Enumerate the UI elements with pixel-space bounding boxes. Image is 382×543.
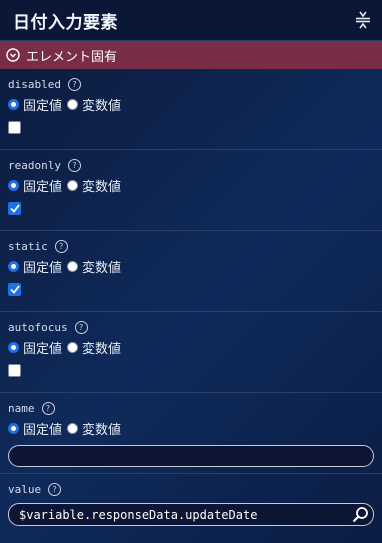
prop-label: value <box>8 482 42 496</box>
section-label: エレメント固有 <box>26 49 118 65</box>
help-icon[interactable]: ? <box>41 401 55 415</box>
section-element-specific[interactable]: エレメント固有 <box>0 41 382 69</box>
prop-label: autofocus <box>8 320 68 334</box>
mode-radio-group: 固定値 変数値 <box>8 176 374 195</box>
help-icon[interactable]: ? <box>48 482 62 496</box>
help-icon[interactable]: ? <box>54 239 68 253</box>
check-icon <box>9 285 20 294</box>
prop-label: readonly <box>8 158 61 172</box>
radio-fixed[interactable] <box>8 179 19 191</box>
radio-variable-label: 変数値 <box>82 98 122 114</box>
prop-static: static ? 固定値 変数値 <box>0 231 382 312</box>
value-input-text: $variable.responseData.updateDate <box>19 507 258 522</box>
panel-header: 日付入力要素 <box>0 0 382 41</box>
chevron-circle-down-icon <box>6 48 20 62</box>
radio-fixed-label: 固定値 <box>23 179 63 195</box>
radio-fixed[interactable] <box>8 260 19 272</box>
radio-fixed[interactable] <box>8 341 19 353</box>
radio-variable-label: 変数値 <box>82 422 122 438</box>
radio-fixed-label: 固定値 <box>23 422 63 438</box>
prop-value: value ? $variable.responseData.updateDat… <box>0 474 382 534</box>
prop-autofocus: autofocus ? 固定値 変数値 <box>0 312 382 393</box>
radio-fixed-label: 固定値 <box>23 260 63 276</box>
radio-variable[interactable] <box>67 422 79 434</box>
mode-radio-group: 固定値 変数値 <box>8 419 374 438</box>
prop-disabled: disabled ? 固定値 変数値 <box>0 69 382 150</box>
radio-variable-label: 変数値 <box>82 179 122 195</box>
prop-name: name ? 固定値 変数値 <box>0 393 382 474</box>
radio-fixed-label: 固定値 <box>23 98 63 114</box>
value-input[interactable]: $variable.responseData.updateDate <box>8 503 374 526</box>
radio-fixed[interactable] <box>8 98 19 110</box>
autofocus-checkbox[interactable] <box>8 364 21 377</box>
mode-radio-group: 固定値 変数値 <box>8 338 374 357</box>
help-icon[interactable]: ? <box>74 320 88 334</box>
collapse-vertical-icon[interactable] <box>352 9 374 31</box>
prop-readonly: readonly ? 固定値 変数値 <box>0 150 382 231</box>
radio-variable-label: 変数値 <box>82 341 122 357</box>
help-icon[interactable]: ? <box>67 158 81 172</box>
disabled-checkbox[interactable] <box>8 121 21 134</box>
radio-variable[interactable] <box>67 98 79 110</box>
mode-radio-group: 固定値 変数値 <box>8 95 374 114</box>
radio-variable[interactable] <box>67 260 79 272</box>
search-icon[interactable] <box>351 506 369 524</box>
prop-label: static <box>8 239 48 253</box>
static-checkbox[interactable] <box>8 283 21 296</box>
radio-variable[interactable] <box>67 179 79 191</box>
prop-label: disabled <box>8 77 61 91</box>
name-input[interactable] <box>8 445 374 467</box>
readonly-checkbox[interactable] <box>8 202 21 215</box>
radio-variable[interactable] <box>67 341 79 353</box>
prop-label: name <box>8 401 35 415</box>
help-icon[interactable]: ? <box>67 77 81 91</box>
radio-fixed-label: 固定値 <box>23 341 63 357</box>
panel-title: 日付入力要素 <box>13 12 118 33</box>
radio-variable-label: 変数値 <box>82 260 122 276</box>
radio-fixed[interactable] <box>8 422 19 434</box>
mode-radio-group: 固定値 変数値 <box>8 257 374 276</box>
check-icon <box>9 204 20 213</box>
